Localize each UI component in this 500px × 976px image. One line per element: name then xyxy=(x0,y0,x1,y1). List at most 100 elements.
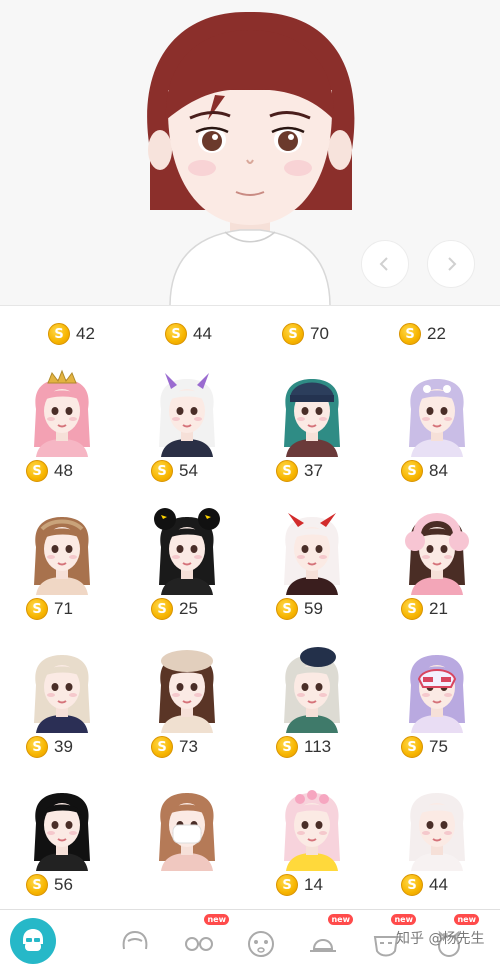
watermark-text: 知乎 @杨先生 xyxy=(396,931,485,947)
coin-icon: S xyxy=(26,598,48,620)
avatar-thumbnail xyxy=(268,369,356,457)
coin-icon: S xyxy=(26,874,48,896)
coin-icon: S xyxy=(165,323,187,345)
avatar-price: S 14 xyxy=(276,873,323,897)
avatar-price: S 73 xyxy=(151,735,198,759)
price-value: 113 xyxy=(304,737,332,756)
avatar-thumbnail xyxy=(143,783,231,871)
avatar-thumbnail xyxy=(143,369,231,457)
avatar-item[interactable]: S 14 xyxy=(250,783,375,909)
avatar-price: S 113 xyxy=(276,735,331,759)
price-value: 56 xyxy=(54,875,73,894)
price-value: 54 xyxy=(179,461,198,480)
glasses-icon xyxy=(185,937,213,951)
price-value: 22 xyxy=(427,324,446,343)
avatar-item[interactable]: S 48 xyxy=(0,369,125,507)
main-avatar-image xyxy=(147,11,355,305)
coin-icon: S xyxy=(48,323,70,345)
coin-icon: S xyxy=(401,874,423,896)
avatar-thumbnail xyxy=(143,645,231,733)
coin-icon: S xyxy=(151,598,173,620)
new-badge: new xyxy=(391,914,416,925)
avatar-preview xyxy=(0,0,500,306)
avatar-list: S 48 S 54 S 37 S 84 S 71 S 25 S 59 S 21 S 39 S 73 S 113 S 75 S 56… xyxy=(0,369,500,909)
price-value: 75 xyxy=(429,737,448,756)
price-value: 44 xyxy=(193,324,212,343)
tab-hat[interactable]: new xyxy=(301,914,353,966)
coin-icon: S xyxy=(276,598,298,620)
avatar-grid: S 42 S 44 S 70 S 22 S 48 S 54 S 37 S 84 S 71 S 25 S 59 S 21 S 39… xyxy=(0,307,500,909)
partial-price-item[interactable]: S 22 xyxy=(399,323,446,345)
avatar-item[interactable]: S 71 xyxy=(0,507,125,645)
tab-eyes[interactable] xyxy=(239,922,283,966)
new-badge: new xyxy=(454,914,479,925)
eyes-icon xyxy=(248,931,274,957)
coin-icon: S xyxy=(276,874,298,896)
price-value: 37 xyxy=(304,461,323,480)
avatar-item[interactable]: S 113 xyxy=(250,645,375,783)
partial-price-item[interactable]: S 42 xyxy=(48,323,95,345)
avatar-price: S 56 xyxy=(26,873,73,897)
hat-icon xyxy=(310,939,336,952)
avatar-thumbnail xyxy=(143,507,231,595)
avatar-item[interactable]: S 59 xyxy=(250,507,375,645)
price-value: 14 xyxy=(304,875,323,894)
avatar-item[interactable] xyxy=(125,783,250,909)
price-value: 39 xyxy=(54,737,73,756)
coin-icon: S xyxy=(26,736,48,758)
avatar-price: S 25 xyxy=(151,597,198,621)
avatar-item[interactable]: S 75 xyxy=(375,645,500,783)
avatar-thumbnail xyxy=(393,783,481,871)
avatar-price: S 39 xyxy=(26,735,73,759)
coin-icon: S xyxy=(26,460,48,482)
avatar-price: S 48 xyxy=(26,459,73,483)
avatar-thumbnail xyxy=(393,369,481,457)
avatar-price: S 75 xyxy=(401,735,448,759)
avatar-item[interactable]: S 84 xyxy=(375,369,500,507)
tab-hair[interactable] xyxy=(113,922,157,966)
next-button[interactable] xyxy=(427,240,475,288)
avatar-price: S 84 xyxy=(401,459,448,483)
avatar-thumbnail xyxy=(18,369,106,457)
avatar-item[interactable]: S 21 xyxy=(375,507,500,645)
coin-icon: S xyxy=(282,323,304,345)
avatar-item[interactable]: S 54 xyxy=(125,369,250,507)
price-value: 73 xyxy=(179,737,198,756)
coin-icon: S xyxy=(401,736,423,758)
tab-face-shape[interactable] xyxy=(10,918,56,964)
chevron-right-icon xyxy=(448,257,457,271)
face-icon xyxy=(23,929,43,951)
avatar-thumbnail xyxy=(268,645,356,733)
price-value: 84 xyxy=(429,461,448,480)
avatar-item[interactable]: S 56 xyxy=(0,783,125,909)
avatar-thumbnail xyxy=(393,507,481,595)
avatar-item[interactable]: S 37 xyxy=(250,369,375,507)
avatar-thumbnail xyxy=(18,783,106,871)
avatar-thumbnail xyxy=(268,507,356,595)
coin-icon: S xyxy=(276,736,298,758)
new-badge: new xyxy=(204,914,229,925)
avatar-item[interactable]: S 25 xyxy=(125,507,250,645)
avatar-thumbnail xyxy=(18,507,106,595)
price-value: 59 xyxy=(304,599,323,618)
avatar-item[interactable]: S 44 xyxy=(375,783,500,909)
price-value: 44 xyxy=(429,875,448,894)
avatar-price: S 21 xyxy=(401,597,448,621)
avatar-item[interactable]: S 39 xyxy=(0,645,125,783)
partial-price-item[interactable]: S 44 xyxy=(165,323,212,345)
price-value: 25 xyxy=(179,599,198,618)
coin-icon: S xyxy=(399,323,421,345)
coin-icon: S xyxy=(276,460,298,482)
tab-glasses[interactable]: new xyxy=(177,914,229,966)
avatar-thumbnail xyxy=(393,645,481,733)
avatar-price: S 37 xyxy=(276,459,323,483)
previous-button[interactable] xyxy=(361,240,409,288)
avatar-thumbnail xyxy=(268,783,356,871)
price-value: 42 xyxy=(76,324,95,343)
avatar-item[interactable]: S 73 xyxy=(125,645,250,783)
avatar-price: S 59 xyxy=(276,597,323,621)
partial-price-item[interactable]: S 70 xyxy=(282,323,329,345)
price-value: 21 xyxy=(429,599,448,618)
hair-icon xyxy=(122,930,148,950)
coin-icon: S xyxy=(151,460,173,482)
